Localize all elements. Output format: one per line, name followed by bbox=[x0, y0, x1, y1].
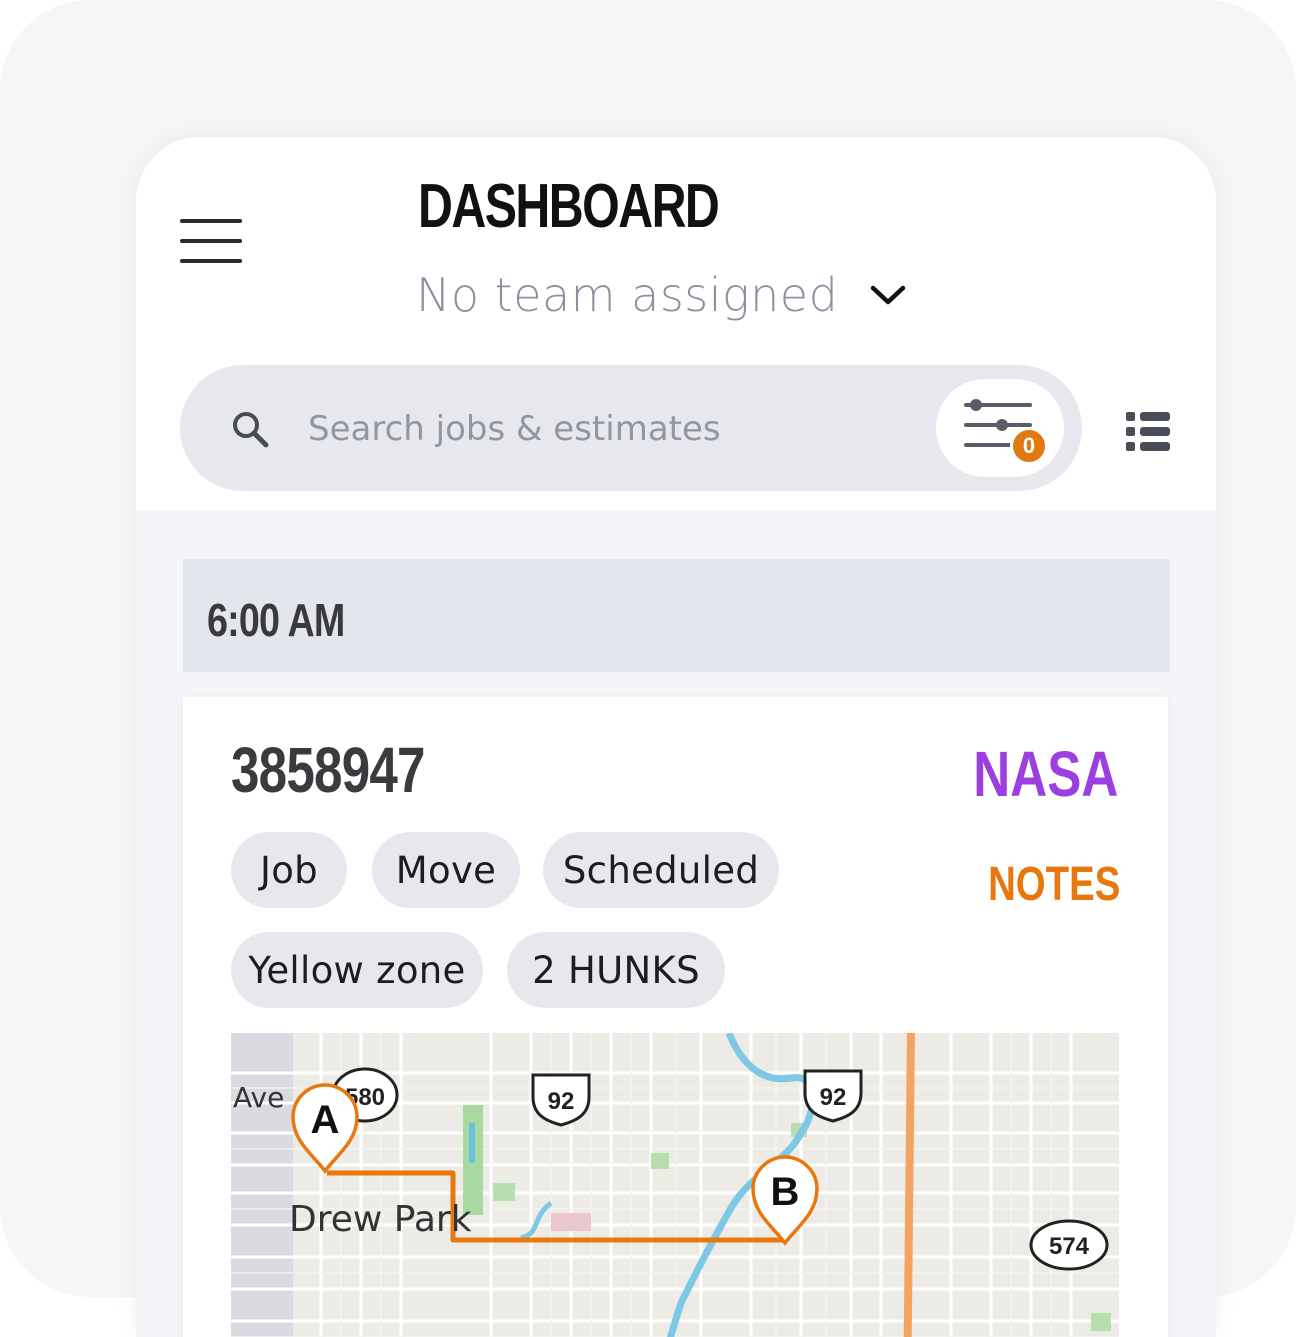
hamburger-menu-icon[interactable] bbox=[180, 217, 244, 265]
tag-chip: Move bbox=[372, 832, 520, 908]
notes-link[interactable]: NOTES bbox=[988, 857, 1120, 912]
list-view-icon[interactable] bbox=[1124, 409, 1172, 455]
search-input[interactable] bbox=[306, 395, 810, 463]
chevron-down-icon bbox=[871, 285, 906, 305]
client-name: NASA bbox=[972, 738, 1118, 810]
time-slot-header: 6:00 AM bbox=[183, 559, 1170, 672]
job-card[interactable]: 3858947 NASA NOTES Job Move Scheduled Ye… bbox=[183, 697, 1168, 1337]
team-selector-label: No team assigned bbox=[416, 268, 839, 322]
highway-shield-icon: 92 bbox=[803, 1069, 863, 1123]
route-map[interactable]: Ave Drew Park 580 92 92 574 A B bbox=[231, 1033, 1119, 1337]
search-box: 0 bbox=[180, 365, 1082, 491]
svg-text:574: 574 bbox=[1049, 1233, 1090, 1260]
map-place-label: Drew Park bbox=[289, 1199, 472, 1240]
team-selector[interactable]: No team assigned bbox=[416, 263, 908, 327]
filter-button[interactable]: 0 bbox=[936, 379, 1064, 477]
highway-shield-icon: 92 bbox=[531, 1073, 591, 1127]
tag-chip: Job bbox=[231, 832, 347, 908]
tag-chip: Yellow zone bbox=[231, 932, 483, 1008]
svg-text:92: 92 bbox=[548, 1088, 575, 1115]
page-title: DASHBOARD bbox=[418, 172, 720, 241]
search-icon bbox=[233, 412, 269, 448]
map-canvas: Ave Drew Park 580 92 92 574 A B bbox=[231, 1033, 1119, 1337]
search-row: 0 bbox=[136, 347, 1216, 510]
highway-shield-icon: 574 bbox=[1029, 1219, 1109, 1271]
tag-chip: Scheduled bbox=[543, 832, 779, 908]
map-street-label: Ave bbox=[233, 1081, 284, 1114]
filter-count-badge: 0 bbox=[1010, 427, 1048, 465]
app-screen: DASHBOARD No team assigned Search jobs &… bbox=[136, 137, 1216, 1337]
job-number: 3858947 bbox=[231, 734, 426, 806]
time-slot-label: 6:00 AM bbox=[207, 594, 345, 646]
svg-text:A: A bbox=[311, 1098, 340, 1142]
top-bar: DASHBOARD No team assigned bbox=[136, 137, 1216, 348]
svg-text:B: B bbox=[771, 1170, 800, 1214]
svg-text:92: 92 bbox=[820, 1084, 847, 1111]
tag-chip: 2 HUNKS bbox=[507, 932, 725, 1008]
